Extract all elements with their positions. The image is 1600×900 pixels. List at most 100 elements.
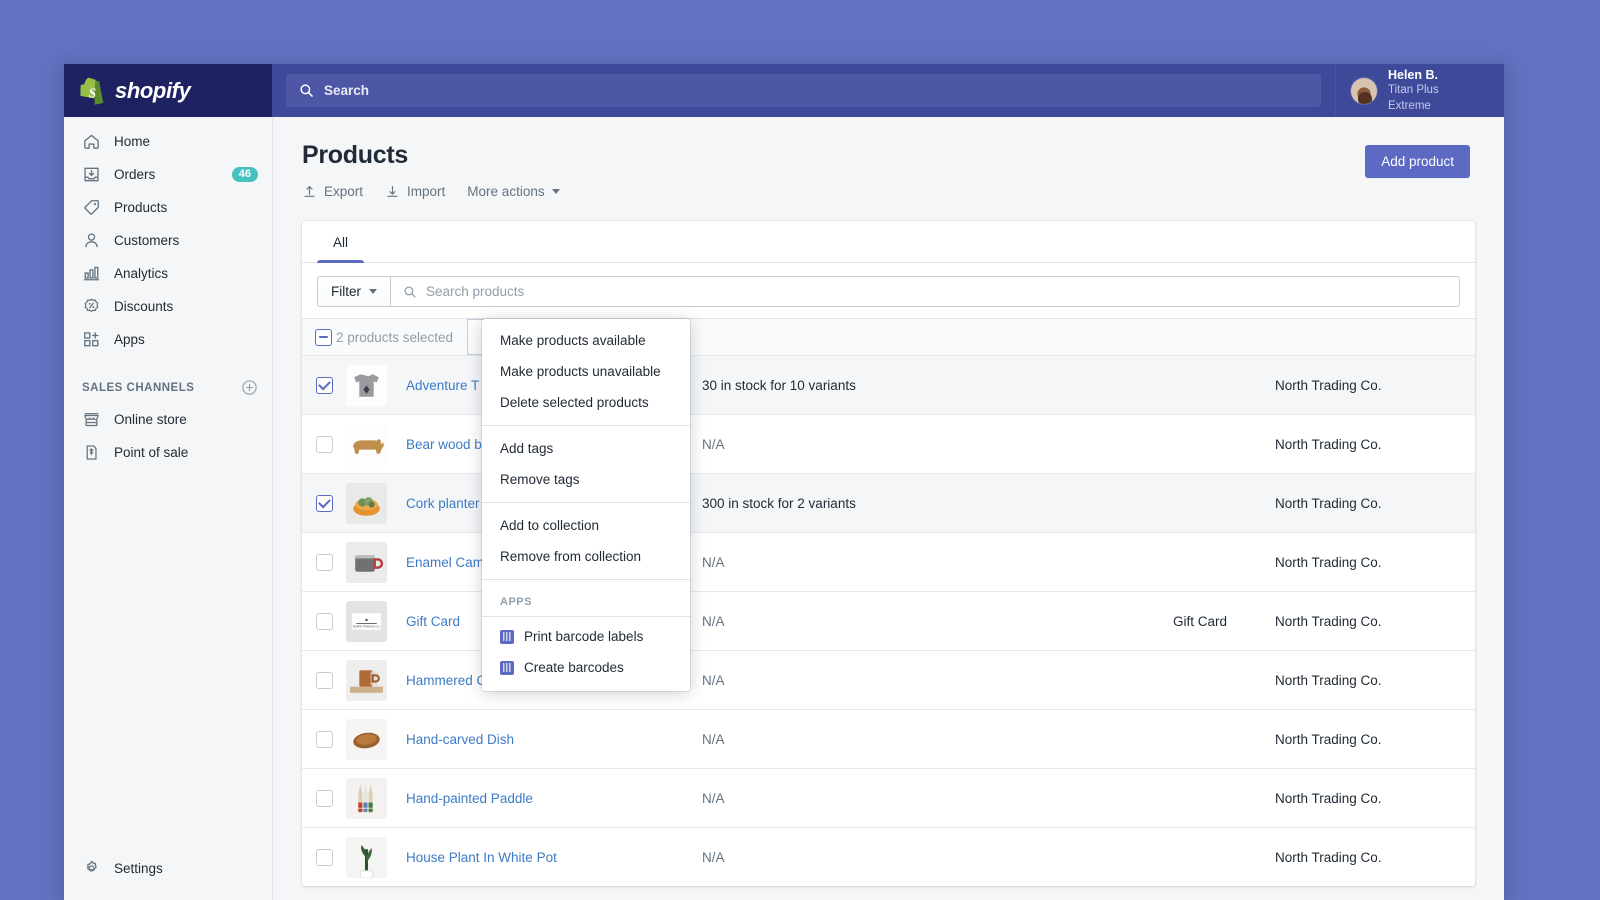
- row-checkbox[interactable]: [316, 613, 333, 630]
- row-checkbox[interactable]: [316, 672, 333, 689]
- vendor-cell: North Trading Co.: [1275, 496, 1382, 511]
- sidebar-item-products[interactable]: Products: [72, 193, 264, 221]
- menu-item-make-products-available[interactable]: Make products available: [482, 325, 690, 356]
- table-row[interactable]: Bear wood block N/A North Trading Co.: [302, 414, 1475, 473]
- add-product-button[interactable]: Add product: [1365, 145, 1470, 178]
- vendor-cell: North Trading Co.: [1275, 378, 1382, 393]
- menu-item-label: Make products unavailable: [500, 364, 661, 379]
- sidebar-item-home[interactable]: Home: [72, 127, 264, 155]
- menu-item-add-tags[interactable]: Add tags: [482, 433, 690, 464]
- chevron-down-icon: [369, 289, 377, 294]
- import-button[interactable]: Import: [385, 184, 445, 199]
- search-products-placeholder: Search products: [426, 284, 524, 299]
- export-icon: [302, 184, 317, 199]
- products-table: Adventure T Shirt 30 in stock for 10 var…: [302, 355, 1475, 886]
- sidebar-item-settings[interactable]: Settings: [72, 854, 264, 882]
- row-checkbox[interactable]: [316, 554, 333, 571]
- sidebar-item-label: Point of sale: [114, 445, 188, 460]
- shopify-logo[interactable]: S shopify: [64, 64, 272, 117]
- row-checkbox[interactable]: [316, 849, 333, 866]
- barcode-app-icon: [500, 661, 514, 675]
- product-name-link[interactable]: Hand-painted Paddle: [406, 791, 702, 806]
- row-select-cell: [302, 554, 346, 571]
- sidebar-item-apps[interactable]: Apps: [72, 325, 264, 353]
- products-card: All Filter Search products: [302, 221, 1475, 886]
- select-all-checkbox[interactable]: [315, 329, 332, 346]
- table-row[interactable]: NORTH TRADING CO. Gift Card N/A Gift Car…: [302, 591, 1475, 650]
- row-select-cell: [302, 436, 346, 453]
- add-sales-channel-icon[interactable]: [241, 379, 258, 396]
- pos-icon: [82, 443, 101, 462]
- product-name-link[interactable]: House Plant In White Pot: [406, 850, 702, 865]
- sidebar-item-online-store[interactable]: Online store: [72, 405, 264, 433]
- table-row[interactable]: Adventure T Shirt 30 in stock for 10 var…: [302, 355, 1475, 414]
- sidebar-item-orders[interactable]: Orders 46: [72, 160, 264, 188]
- menu-item-label: Make products available: [500, 333, 646, 348]
- menu-item-remove-from-collection[interactable]: Remove from collection: [482, 541, 690, 572]
- filter-button[interactable]: Filter: [317, 276, 390, 307]
- menu-divider: [482, 502, 690, 503]
- vendor-cell: North Trading Co.: [1275, 732, 1382, 747]
- table-row[interactable]: Hammered Copper Mug N/A North Trading Co…: [302, 650, 1475, 709]
- sidebar: Home Orders 46 Products: [64, 117, 273, 900]
- table-row[interactable]: Enamel Camp Mug N/A North Trading Co.: [302, 532, 1475, 591]
- product-thumbnail: NORTH TRADING CO.: [346, 601, 387, 642]
- tab-all[interactable]: All: [317, 221, 364, 262]
- vendor-cell: North Trading Co.: [1275, 850, 1382, 865]
- global-search-input[interactable]: Search: [286, 74, 1321, 107]
- menu-item-delete-selected-products[interactable]: Delete selected products: [482, 387, 690, 418]
- dish-icon: [346, 719, 387, 760]
- type-cell: Gift Card: [1062, 614, 1227, 629]
- product-name-link[interactable]: Hand-carved Dish: [406, 732, 702, 747]
- row-checkbox[interactable]: [316, 495, 333, 512]
- store-name: Titan Plus Extreme: [1388, 83, 1484, 114]
- search-icon: [299, 83, 314, 98]
- menu-item-make-products-unavailable[interactable]: Make products unavailable: [482, 356, 690, 387]
- mug-icon: [346, 542, 387, 583]
- export-button[interactable]: Export: [302, 184, 363, 199]
- analytics-icon: [82, 264, 101, 283]
- menu-item-create-barcodes[interactable]: Create barcodes: [482, 652, 690, 683]
- table-row[interactable]: Hand-painted Paddle N/A North Trading Co…: [302, 768, 1475, 827]
- inventory-cell: N/A: [702, 850, 1062, 865]
- avatar: [1350, 77, 1378, 105]
- vendor-cell: North Trading Co.: [1275, 791, 1382, 806]
- row-select-cell: [302, 377, 346, 394]
- inventory-cell: N/A: [702, 732, 1062, 747]
- sidebar-item-label: Analytics: [114, 266, 168, 281]
- inventory-cell: N/A: [702, 791, 1062, 806]
- sidebar-item-point-of-sale[interactable]: Point of sale: [72, 438, 264, 466]
- sidebar-item-customers[interactable]: Customers: [72, 226, 264, 254]
- user-menu[interactable]: Helen B. Titan Plus Extreme: [1335, 64, 1504, 117]
- primary-nav: Home Orders 46 Products: [64, 117, 272, 353]
- menu-divider: [482, 616, 690, 617]
- products-icon: [82, 198, 101, 217]
- row-select-cell: [302, 495, 346, 512]
- row-checkbox[interactable]: [316, 377, 333, 394]
- shopify-admin-window: S shopify Search Helen B. Titan Plus Ext…: [64, 64, 1504, 900]
- search-products-input[interactable]: Search products: [390, 276, 1460, 307]
- sidebar-settings-container: Settings: [64, 854, 272, 882]
- plant-icon: [346, 837, 387, 878]
- menu-item-add-to-collection[interactable]: Add to collection: [482, 510, 690, 541]
- menu-item-remove-tags[interactable]: Remove tags: [482, 464, 690, 495]
- row-checkbox[interactable]: [316, 436, 333, 453]
- sidebar-item-analytics[interactable]: Analytics: [72, 259, 264, 287]
- inventory-cell: N/A: [702, 437, 1062, 452]
- selected-count-label: 2 products selected: [332, 319, 467, 355]
- row-checkbox[interactable]: [316, 790, 333, 807]
- page-action-bar: Export Import More actions: [302, 184, 1470, 199]
- import-icon: [385, 184, 400, 199]
- sidebar-item-discounts[interactable]: Discounts: [72, 292, 264, 320]
- more-actions-button[interactable]: More actions: [467, 184, 559, 199]
- table-row[interactable]: Hand-carved Dish N/A North Trading Co.: [302, 709, 1475, 768]
- home-icon: [82, 132, 101, 151]
- copper-mug-icon: [346, 660, 387, 701]
- table-row[interactable]: House Plant In White Pot N/A North Tradi…: [302, 827, 1475, 886]
- row-checkbox[interactable]: [316, 731, 333, 748]
- giftcard-icon: NORTH TRADING CO.: [346, 601, 387, 642]
- inventory-cell: N/A: [702, 614, 1062, 629]
- inventory-cell: 300 in stock for 2 variants: [702, 496, 1062, 511]
- menu-item-print-barcode-labels[interactable]: Print barcode labels: [482, 621, 690, 652]
- table-row[interactable]: Cork planter 300 in stock for 2 variants…: [302, 473, 1475, 532]
